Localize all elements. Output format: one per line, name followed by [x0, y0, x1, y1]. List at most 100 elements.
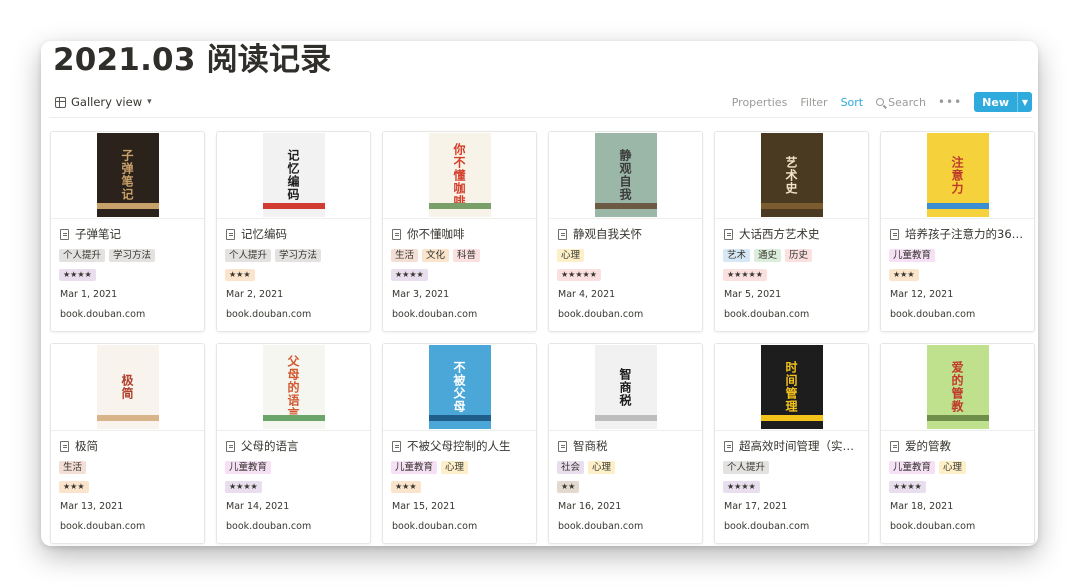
gallery-card[interactable]: 记忆编码 记忆编码 个人提升 学习方法 ★★★ Mar 2, 2021 book.douba… — [216, 131, 371, 332]
book-cover-image: 智商税 — [594, 345, 657, 429]
cover-stripe — [262, 203, 325, 209]
card-source-url: book.douban.com — [60, 521, 146, 532]
sort-button[interactable]: Sort — [841, 96, 864, 109]
card-title: 智商税 — [558, 438, 694, 454]
gallery-card[interactable]: 智商税 智商税 社会 心理 ★★ Mar 16, 2021 book.douban.com — [548, 343, 703, 544]
card-date: Mar 18, 2021 — [890, 501, 954, 512]
gallery-card[interactable]: 静观自我 静观自我关怀 心理 ★★★★★ Mar 4, 2021 book.douban.… — [548, 131, 703, 332]
cover-title: 子弹笔记 — [120, 149, 134, 201]
page-document-icon — [724, 440, 733, 452]
rating-stars: ★★★ — [225, 269, 255, 281]
page-document-icon — [392, 228, 401, 240]
gallery-card[interactable]: 你不懂咖啡 你不懂咖啡 生活 文化 科普 ★★★★ Mar 3, 2021 book.doub… — [382, 131, 537, 332]
card-date: Mar 15, 2021 — [392, 501, 456, 512]
gallery-card[interactable]: 注意力 培养孩子注意力的36… 儿童教育 ★★★ Mar 12, 2021 book.do… — [880, 131, 1035, 332]
card-source-url: book.douban.com — [226, 521, 312, 532]
card-tags: 儿童教育 心理 — [391, 461, 469, 474]
card-date: Mar 3, 2021 — [392, 289, 450, 300]
filter-button[interactable]: Filter — [800, 96, 827, 109]
gallery-card[interactable]: 父母的语言 父母的语言 儿童教育 ★★★★ Mar 14, 2021 book.douba… — [216, 343, 371, 544]
gallery-card[interactable]: 极简 极简 生活 ★★★ Mar 13, 2021 book.douban.com — [50, 343, 205, 544]
rating-stars: ★★★★ — [225, 481, 262, 493]
tag-pill: 学习方法 — [275, 249, 322, 262]
card-title-text: 爱的管教 — [905, 439, 951, 453]
card-cover: 爱的管教 — [881, 344, 1034, 431]
card-title: 静观自我关怀 — [558, 226, 694, 242]
gallery-view-switcher[interactable]: Gallery view ▾ — [55, 95, 152, 109]
book-cover-image: 不被父母 — [428, 345, 491, 429]
page-document-icon — [890, 440, 899, 452]
tag-pill: 心理 — [939, 461, 967, 474]
book-cover-image: 你不懂咖啡 — [428, 133, 491, 217]
card-title: 记忆编码 — [226, 226, 362, 242]
tag-pill: 生活 — [391, 249, 419, 262]
tag-pill: 儿童教育 — [225, 461, 272, 474]
cover-stripe — [262, 415, 325, 421]
new-dropdown-chevron-icon[interactable]: ▼ — [1017, 92, 1032, 112]
cover-stripe — [96, 203, 159, 209]
book-cover-image: 艺术史 — [760, 133, 823, 217]
tag-pill: 社会 — [557, 461, 585, 474]
rating-stars: ★★★★★ — [723, 269, 767, 281]
card-tags: 个人提升 学习方法 — [59, 249, 156, 262]
card-source-url: book.douban.com — [558, 521, 644, 532]
cover-stripe — [96, 415, 159, 421]
gallery-card[interactable]: 爱的管教 爱的管教 儿童教育 心理 ★★★★ Mar 18, 2021 book.douba… — [880, 343, 1035, 544]
card-cover: 父母的语言 — [217, 344, 370, 431]
card-tags: 社会 心理 — [557, 461, 616, 474]
new-button-group: New ▼ — [974, 92, 1032, 112]
card-cover: 静观自我 — [549, 132, 702, 219]
gallery-card[interactable]: 时间管理 超高效时间管理（实践… 个人提升 ★★★★ Mar 17, 2021 book.… — [714, 343, 869, 544]
card-date: Mar 1, 2021 — [60, 289, 118, 300]
card-cover: 记忆编码 — [217, 132, 370, 219]
card-title-text: 大话西方艺术史 — [739, 227, 820, 241]
rating-stars: ★★★ — [59, 481, 89, 493]
card-cover: 艺术史 — [715, 132, 868, 219]
card-source-url: book.douban.com — [60, 309, 146, 320]
card-cover: 子弹笔记 — [51, 132, 204, 219]
cover-title: 极简 — [120, 374, 134, 400]
gallery-card[interactable]: 子弹笔记 子弹笔记 个人提升 学习方法 ★★★★ Mar 1, 2021 book.doub… — [50, 131, 205, 332]
page-document-icon — [890, 228, 899, 240]
card-date: Mar 2, 2021 — [226, 289, 284, 300]
page-document-icon — [60, 228, 69, 240]
gallery-card[interactable]: 艺术史大话西方艺术史艺术 通史 历史 ★★★★★ Mar 5, 2021 book.dou… — [714, 131, 869, 332]
card-title: 你不懂咖啡 — [392, 226, 528, 242]
page-document-icon — [60, 440, 69, 452]
card-title-text: 记忆编码 — [241, 227, 287, 241]
properties-button[interactable]: Properties — [732, 96, 788, 109]
book-cover-image: 父母的语言 — [262, 345, 325, 429]
card-source-url: book.douban.com — [724, 309, 810, 320]
card-tags: 艺术 通史 历史 — [723, 249, 813, 262]
cover-title: 艺术史 — [784, 155, 798, 195]
cover-stripe — [594, 203, 657, 209]
tag-pill: 艺术 — [723, 249, 751, 262]
book-cover-image: 注意力 — [926, 133, 989, 217]
card-title: 超高效时间管理（实践… — [724, 438, 860, 454]
cover-title: 注意力 — [950, 155, 964, 195]
tag-pill: 历史 — [785, 249, 813, 262]
book-cover-image: 爱的管教 — [926, 345, 989, 429]
card-title: 子弹笔记 — [60, 226, 196, 242]
card-title: 极简 — [60, 438, 196, 454]
rating-stars: ★★★★★ — [557, 269, 601, 281]
card-title: 爱的管教 — [890, 438, 1026, 454]
card-date: Mar 16, 2021 — [558, 501, 622, 512]
page-document-icon — [226, 440, 235, 452]
rating-stars: ★★★★ — [391, 269, 428, 281]
rating-stars: ★★ — [557, 481, 580, 493]
card-cover: 极简 — [51, 344, 204, 431]
cover-title: 父母的语言 — [286, 354, 300, 420]
cover-title: 静观自我 — [618, 149, 632, 201]
new-button[interactable]: New — [974, 92, 1017, 112]
card-date: Mar 5, 2021 — [724, 289, 782, 300]
search-button[interactable]: Search — [876, 96, 926, 109]
gallery-card[interactable]: 不被父母 不被父母控制的人生 儿童教育 心理 ★★★ Mar 15, 2021 book.d… — [382, 343, 537, 544]
tag-pill: 学习方法 — [109, 249, 156, 262]
card-date: Mar 14, 2021 — [226, 501, 290, 512]
page-document-icon — [226, 228, 235, 240]
tag-pill: 儿童教育 — [889, 249, 936, 262]
cover-title: 不被父母 — [452, 361, 466, 413]
more-options-icon[interactable]: ••• — [938, 95, 962, 109]
card-cover: 注意力 — [881, 132, 1034, 219]
